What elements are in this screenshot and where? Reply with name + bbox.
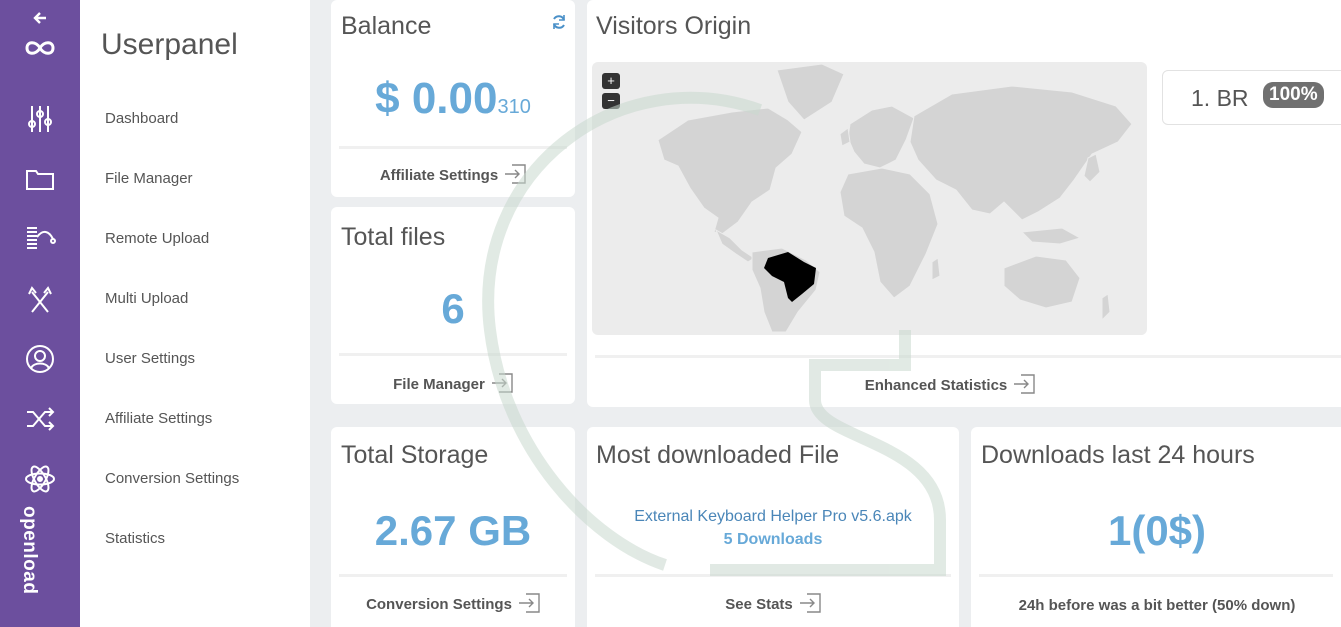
affiliate-settings-link[interactable]: Affiliate Settings: [331, 164, 575, 188]
balance-amount: $ 0.00310: [331, 74, 575, 124]
balance-value: $ 0.00: [375, 74, 498, 123]
balance-card: Balance $ 0.00310 Affiliate Settings: [331, 0, 575, 197]
visitors-title: Visitors Origin: [596, 12, 752, 40]
sidebar-item-dashboard[interactable]: Dashboard: [105, 110, 178, 127]
user-icon[interactable]: [20, 341, 60, 377]
sidebar-item-conversion-settings[interactable]: Conversion Settings: [105, 470, 239, 487]
infinity-logo-icon[interactable]: [20, 30, 60, 66]
divider: [339, 574, 567, 577]
divider: [595, 574, 951, 577]
file-manager-link[interactable]: File Manager: [331, 373, 575, 397]
enter-arrow-icon: [491, 373, 513, 397]
enhanced-statistics-link[interactable]: Enhanced Statistics: [587, 374, 1313, 398]
zoom-in-button[interactable]: +: [602, 73, 620, 89]
multi-upload-icon[interactable]: [20, 281, 60, 317]
folder-icon[interactable]: [20, 161, 60, 197]
most-downloaded-title: Most downloaded File: [596, 441, 840, 469]
balance-fraction: 310: [497, 96, 531, 118]
back-arrow-icon[interactable]: [20, 8, 60, 28]
world-map[interactable]: + −: [592, 62, 1147, 335]
shuffle-icon[interactable]: [20, 401, 60, 437]
files-value: 6: [441, 285, 465, 332]
world-map-svg: [657, 63, 1133, 333]
link-label: Enhanced Statistics: [864, 376, 1008, 394]
enter-arrow-icon: [799, 593, 821, 617]
sidebar: Userpanel Dashboard File Manager Remote …: [80, 0, 310, 627]
divider: [595, 355, 1341, 358]
downloads-24h-value: 1(0$): [1107, 507, 1207, 554]
enter-arrow-icon: [504, 164, 526, 188]
downloads-24h-card: Downloads last 24 hours 1(0$) 24h before…: [971, 427, 1341, 627]
link-label: File Manager: [393, 375, 485, 393]
atom-icon[interactable]: [20, 461, 60, 497]
sidebar-item-affiliate-settings[interactable]: Affiliate Settings: [105, 410, 212, 427]
downloads-24h-title: Downloads last 24 hours: [981, 441, 1255, 469]
top-country-box: 1. BR 100%: [1162, 70, 1341, 125]
link-label: See Stats: [725, 595, 793, 613]
openload-logo[interactable]: openload: [19, 500, 56, 600]
storage-title: Total Storage: [341, 441, 489, 469]
storage-value: 2.67 GB: [374, 507, 532, 554]
sidebar-item-multi-upload[interactable]: Multi Upload: [105, 290, 188, 307]
divider: [979, 574, 1333, 577]
downloads-24h-note: 24h before was a bit better (50% down): [1018, 597, 1296, 614]
zoom-out-button[interactable]: −: [602, 93, 620, 109]
conversion-settings-link[interactable]: Conversion Settings: [331, 593, 575, 617]
divider: [339, 353, 567, 356]
top-country-percent-badge: 100%: [1263, 82, 1324, 108]
enter-arrow-icon: [518, 593, 540, 617]
top-country-label: 1. BR: [1191, 85, 1249, 111]
logo-text: openload: [19, 506, 40, 595]
balance-title: Balance: [341, 12, 432, 40]
sidebar-item-user-settings[interactable]: User Settings: [105, 350, 195, 367]
link-label: Conversion Settings: [366, 595, 512, 613]
top-file-link[interactable]: External Keyboard Helper Pro v5.6.apk: [587, 508, 959, 526]
refresh-icon[interactable]: [551, 14, 567, 35]
see-stats-link[interactable]: See Stats: [587, 593, 959, 617]
visitors-origin-card: Visitors Origin + − Enhanced Statistics: [587, 0, 1341, 407]
divider: [339, 146, 567, 149]
top-file-downloads: 5 Downloads: [723, 531, 823, 548]
total-files-card: Total files 6 File Manager: [331, 207, 575, 404]
enter-arrow-icon: [1013, 374, 1035, 398]
sidebar-item-statistics[interactable]: Statistics: [105, 530, 165, 547]
sidebar-item-file-manager[interactable]: File Manager: [105, 170, 193, 187]
sidebar-title: Userpanel: [101, 28, 238, 61]
most-downloaded-card: Most downloaded File External Keyboard H…: [587, 427, 959, 627]
icon-rail: openload: [0, 0, 80, 627]
link-label: Affiliate Settings: [379, 166, 499, 184]
remote-upload-icon[interactable]: [20, 221, 60, 257]
sliders-icon[interactable]: [20, 101, 60, 137]
sidebar-item-remote-upload[interactable]: Remote Upload: [105, 230, 209, 247]
total-storage-card: Total Storage 2.67 GB Conversion Setting…: [331, 427, 575, 627]
files-title: Total files: [341, 223, 446, 251]
